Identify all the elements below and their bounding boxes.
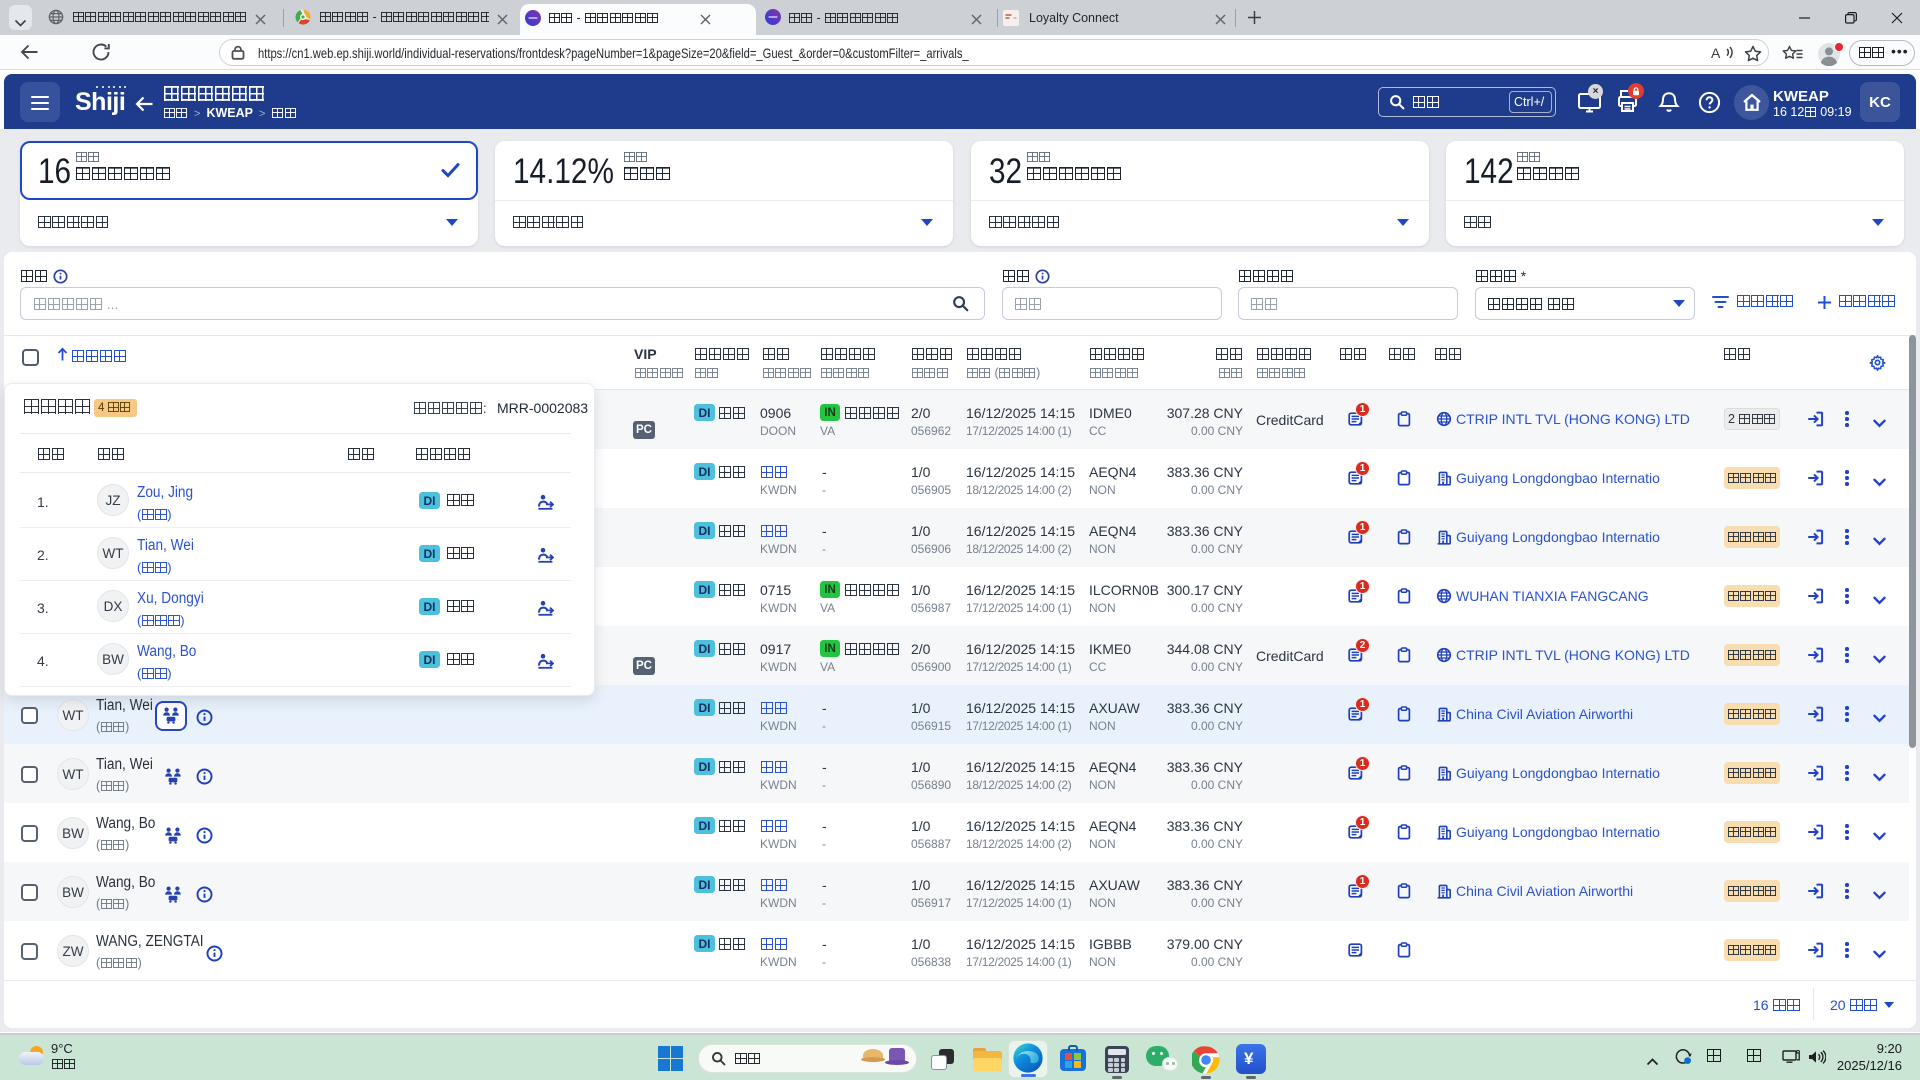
svg-text:A: A: [1711, 45, 1721, 61]
